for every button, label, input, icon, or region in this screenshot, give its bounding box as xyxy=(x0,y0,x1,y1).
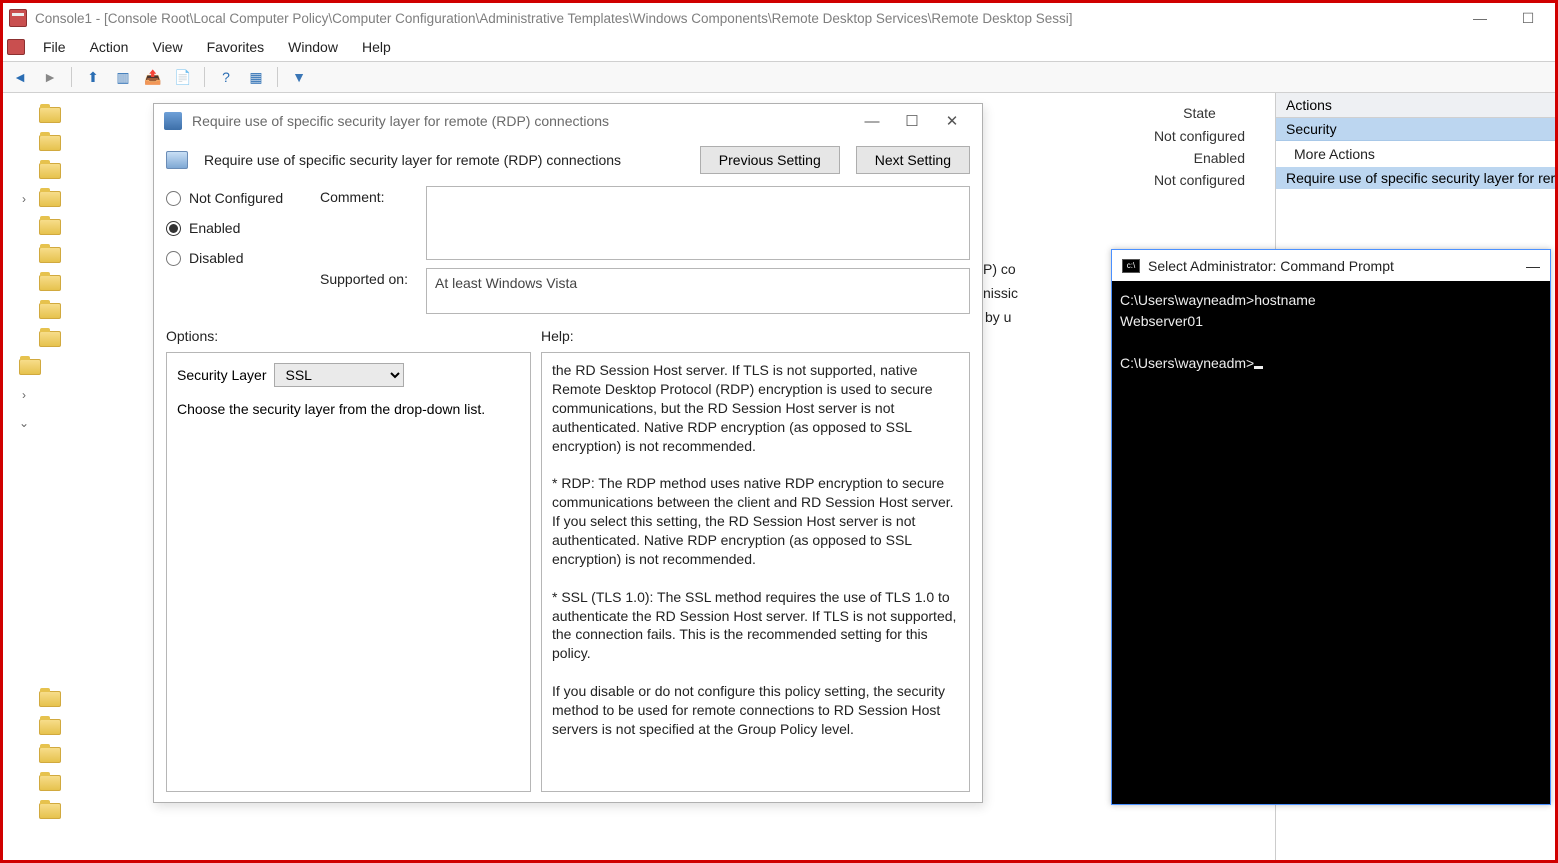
folder-icon xyxy=(39,275,61,291)
folder-icon xyxy=(39,247,61,263)
actions-current-setting[interactable]: Require use of specific security layer f… xyxy=(1276,167,1555,189)
export-button[interactable]: 📤 xyxy=(140,64,166,90)
radio-not-configured[interactable]: Not Configured xyxy=(166,190,306,206)
expand-icon[interactable]: › xyxy=(17,192,31,206)
toolbar-separator xyxy=(71,67,72,87)
cursor-icon xyxy=(1254,366,1263,369)
folder-icon xyxy=(39,775,61,791)
security-layer-hint: Choose the security layer from the drop-… xyxy=(177,401,520,417)
actions-section-security[interactable]: Security xyxy=(1276,118,1555,141)
command-prompt-window: c:\ Select Administrator: Command Prompt… xyxy=(1111,249,1551,805)
menu-help[interactable]: Help xyxy=(350,35,403,59)
dialog-body: Require use of specific security layer f… xyxy=(154,138,982,802)
menu-app-icon xyxy=(7,39,25,55)
toolbar-separator xyxy=(277,67,278,87)
up-button[interactable]: ⬆ xyxy=(80,64,106,90)
back-button[interactable]: ◄ xyxy=(7,64,33,90)
collapse-icon[interactable]: ⌄ xyxy=(17,416,31,430)
folder-icon xyxy=(39,163,61,179)
tree-pane[interactable]: › ⌄ › ⌄ xyxy=(3,93,151,860)
security-layer-label: Security Layer xyxy=(177,367,266,383)
dialog-icon xyxy=(164,112,182,130)
actions-pane-header: Actions xyxy=(1276,93,1555,118)
folder-icon xyxy=(39,107,61,123)
folder-icon xyxy=(39,135,61,151)
dialog-minimize-button[interactable]: — xyxy=(852,113,892,130)
main-window-title: Console1 - [Console Root\Local Computer … xyxy=(35,11,1459,26)
cmd-title-text: Select Administrator: Command Prompt xyxy=(1148,258,1394,274)
folder-icon xyxy=(39,303,61,319)
supported-on-text: At least Windows Vista xyxy=(426,268,970,314)
folder-icon xyxy=(39,191,61,207)
options-label: Options: xyxy=(166,328,531,344)
policy-state-radios: Not Configured Enabled Disabled xyxy=(166,186,306,266)
dialog-title-text: Require use of specific security layer f… xyxy=(192,113,609,129)
cmd-output[interactable]: C:\Users\wayneadm>hostname Webserver01 C… xyxy=(1112,281,1550,385)
folder-icon xyxy=(39,331,61,347)
filter-button[interactable]: ▼ xyxy=(286,64,312,90)
folder-icon xyxy=(39,219,61,235)
setting-state: Not configured xyxy=(1136,169,1263,191)
properties-button[interactable]: 📄 xyxy=(170,64,196,90)
menu-file[interactable]: File xyxy=(31,35,78,59)
clipped-text: P) co xyxy=(983,261,1016,277)
setting-state: Not configured xyxy=(1136,125,1263,147)
help-button[interactable]: ? xyxy=(213,64,239,90)
show-hide-tree-button[interactable]: ▥ xyxy=(110,64,136,90)
radio-label: Enabled xyxy=(189,220,240,236)
cmd-minimize-button[interactable]: — xyxy=(1526,258,1540,274)
folder-icon xyxy=(39,719,61,735)
menu-favorites[interactable]: Favorites xyxy=(195,35,277,59)
help-text[interactable]: the RD Session Host server. If TLS is no… xyxy=(541,352,970,792)
radio-label: Not Configured xyxy=(189,190,283,206)
radio-label: Disabled xyxy=(189,250,243,266)
setting-state: Enabled xyxy=(1136,147,1263,169)
menu-view[interactable]: View xyxy=(140,35,194,59)
toolbar: ◄ ► ⬆ ▥ 📤 📄 ? ▦ ▼ xyxy=(3,61,1555,93)
toolbar-separator xyxy=(204,67,205,87)
supported-on-label: Supported on: xyxy=(320,268,416,287)
radio-enabled[interactable]: Enabled xyxy=(166,220,306,236)
expand-icon[interactable]: › xyxy=(17,388,31,402)
comment-label: Comment: xyxy=(320,186,416,205)
app-icon xyxy=(9,9,27,27)
dialog-close-button[interactable]: ✕ xyxy=(932,112,972,130)
policy-name: Require use of specific security layer f… xyxy=(204,152,684,168)
maximize-button[interactable]: ☐ xyxy=(1513,10,1543,27)
comment-input[interactable] xyxy=(426,186,970,260)
folder-icon xyxy=(19,359,41,375)
next-setting-button[interactable]: Next Setting xyxy=(856,146,970,174)
folder-icon xyxy=(39,691,61,707)
dialog-maximize-button[interactable]: ☐ xyxy=(892,112,932,130)
policy-icon xyxy=(166,151,188,169)
forward-button[interactable]: ► xyxy=(37,64,63,90)
menu-window[interactable]: Window xyxy=(276,35,350,59)
window-controls: — ☐ xyxy=(1459,10,1549,27)
menu-action[interactable]: Action xyxy=(78,35,141,59)
help-label: Help: xyxy=(541,328,970,344)
clipped-text: nissic xyxy=(983,285,1018,301)
policy-setting-dialog: Require use of specific security layer f… xyxy=(153,103,983,803)
cmd-titlebar[interactable]: c:\ Select Administrator: Command Prompt… xyxy=(1112,249,1550,281)
actions-more-actions[interactable]: More Actions xyxy=(1276,141,1555,167)
menubar: File Action View Favorites Window Help xyxy=(3,33,1555,61)
security-layer-select[interactable]: SSL xyxy=(274,363,404,387)
cmd-icon: c:\ xyxy=(1122,259,1140,273)
minimize-button[interactable]: — xyxy=(1465,10,1495,27)
folder-icon xyxy=(39,747,61,763)
dialog-titlebar[interactable]: Require use of specific security layer f… xyxy=(154,104,982,138)
show-hide-action-button[interactable]: ▦ xyxy=(243,64,269,90)
options-box: Security Layer SSL Choose the security l… xyxy=(166,352,531,792)
column-header-state[interactable]: State xyxy=(1136,101,1263,125)
previous-setting-button[interactable]: Previous Setting xyxy=(700,146,840,174)
clipped-text: by u xyxy=(985,309,1011,325)
main-window-titlebar: Console1 - [Console Root\Local Computer … xyxy=(3,3,1555,33)
radio-disabled[interactable]: Disabled xyxy=(166,250,306,266)
folder-icon xyxy=(39,803,61,819)
